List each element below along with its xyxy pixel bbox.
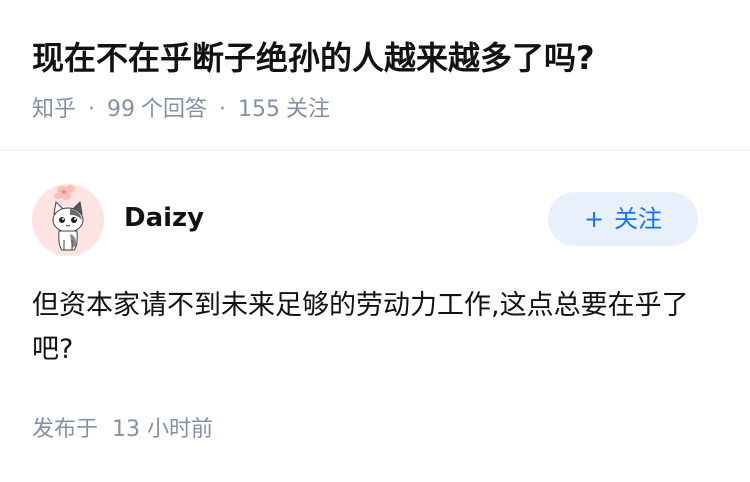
follow-button-label: 关注 <box>614 205 663 233</box>
question-header: 现在不在乎断子绝孙的人越来越多了吗? 知乎 · 99 个回答 · 155 关注 <box>0 0 750 151</box>
source-label[interactable]: 知乎 <box>32 97 76 122</box>
author-name[interactable]: Daizy <box>124 200 204 236</box>
answer-content[interactable]: 但资本家请不到未来足够的劳动力工作,这点总要在乎了吧? <box>32 284 722 372</box>
follower-count: 155 <box>238 97 281 122</box>
answer-time: 发布于 13 小时前 <box>32 414 213 446</box>
answer-count: 99 <box>107 97 136 122</box>
answer-author-row: Daizy + 关注 <box>32 184 698 256</box>
publish-time: 13 小时前 <box>112 417 214 442</box>
follow-button[interactable]: + 关注 <box>548 192 698 246</box>
follower-label: 关注 <box>286 97 331 122</box>
question-title[interactable]: 现在不在乎断子绝孙的人越来越多了吗? <box>32 36 595 80</box>
meta-separator: · <box>219 97 227 122</box>
meta-separator: · <box>88 97 96 122</box>
question-meta: 知乎 · 99 个回答 · 155 关注 <box>32 94 330 126</box>
avatar[interactable] <box>32 184 104 256</box>
publish-label: 发布于 <box>32 417 99 442</box>
plus-icon: + <box>583 205 605 233</box>
answer-count-label[interactable]: 个回答 <box>141 97 207 122</box>
cat-avatar-icon <box>32 184 104 256</box>
